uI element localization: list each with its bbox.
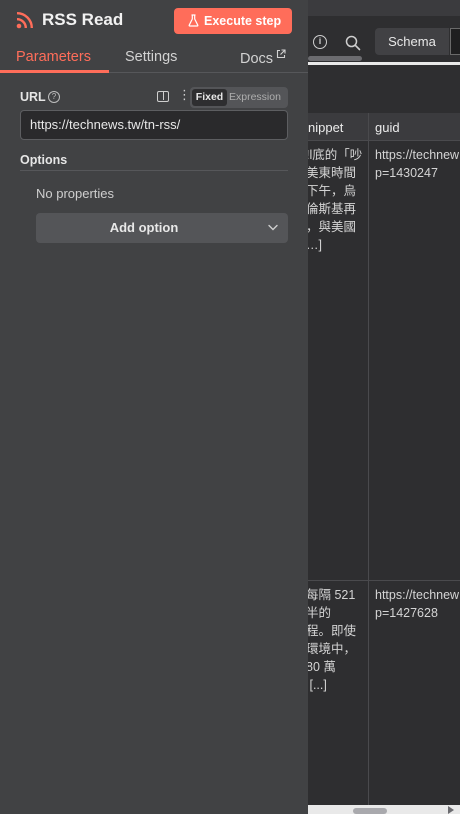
node-title[interactable]: RSS Read: [42, 10, 123, 30]
panel-header: RSS Read Execute step: [0, 0, 308, 42]
execute-step-button[interactable]: Execute step: [174, 8, 292, 34]
scroll-right-arrow-icon[interactable]: [448, 806, 454, 814]
url-input[interactable]: https://technews.tw/tn-rss/: [20, 110, 288, 140]
no-properties-text: No properties: [36, 186, 115, 201]
active-tab-indicator: [0, 70, 109, 73]
options-label: Options: [20, 153, 68, 167]
tab-docs-label: Docs: [240, 51, 274, 67]
execute-step-label: Execute step: [204, 14, 282, 28]
table-cell-guid: https://technew p=1430247: [375, 148, 460, 180]
table-cell-snippet: !l底的「吵 美東時間 下午，烏 倫斯基再 ，與美國 …]: [308, 148, 363, 252]
side-panel-icon[interactable]: [157, 91, 169, 102]
mode-fixed-button[interactable]: Fixed: [192, 89, 227, 106]
help-icon[interactable]: ?: [48, 91, 60, 103]
info-icon[interactable]: i: [313, 35, 327, 49]
external-link-icon: [276, 49, 286, 59]
tab-docs[interactable]: Docs: [240, 49, 286, 67]
url-label: URL: [20, 90, 46, 104]
row-divider: [308, 580, 460, 581]
horizontal-scrollbar-top[interactable]: [308, 56, 362, 61]
schema-view-tab[interactable]: Schema: [375, 28, 449, 55]
table-cell-snippet: 每隔 521 半的 程。即使 環境中， 80 萬 [...]: [308, 588, 357, 692]
scrollbar-thumb[interactable]: [353, 808, 387, 814]
tab-parameters[interactable]: Parameters: [16, 49, 91, 65]
options-divider: [20, 170, 288, 171]
column-header-guid: guid: [375, 120, 400, 135]
output-topbar: [308, 0, 460, 16]
flask-icon: [188, 14, 199, 27]
column-divider: [368, 113, 369, 805]
column-header-snippet: nippet: [308, 120, 344, 135]
node-parameters-panel: RSS Read Execute step Parameters Setting…: [0, 0, 308, 814]
mode-expression-button[interactable]: Expression: [229, 89, 281, 106]
output-pane: i Schema nippet guid !l底的「吵 美東時間 下午，烏 倫斯…: [308, 0, 460, 814]
table-cell-guid: https://technew p=1427628: [375, 588, 460, 620]
divider: [308, 62, 460, 65]
next-view-tab[interactable]: [450, 28, 460, 55]
panel-tabs: Parameters Settings Docs: [0, 42, 308, 73]
tab-settings[interactable]: Settings: [125, 49, 177, 65]
add-option-label: Add option: [109, 220, 179, 235]
rss-icon: [16, 12, 33, 29]
search-icon[interactable]: [345, 35, 361, 51]
